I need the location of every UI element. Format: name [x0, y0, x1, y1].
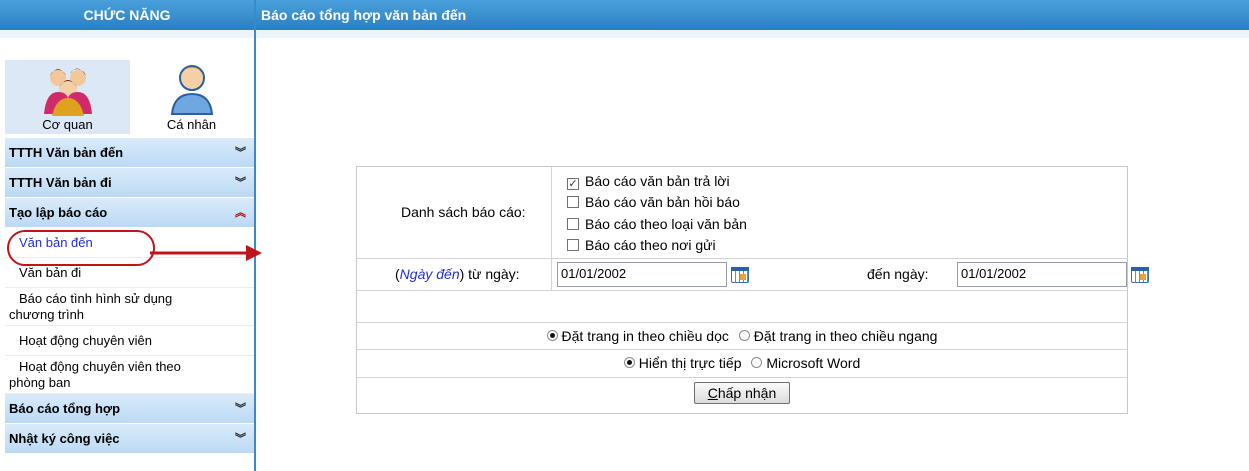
arrow-annotation-icon [150, 245, 262, 261]
radio-label: Đặt trang in theo chiều dọc [561, 328, 729, 344]
radio-button[interactable] [546, 330, 558, 341]
radio-label: Đặt trang in theo chiều ngang [753, 328, 938, 344]
date-type-link: Ngày đến [399, 266, 460, 282]
to-date-input[interactable]: 01/01/2002 [957, 262, 1127, 287]
checkbox-label: Báo cáo theo loại văn bản [585, 216, 747, 232]
radio-orientation-landscape[interactable]: Đặt trang in theo chiều ngang [738, 328, 938, 344]
chevron-double-down-icon: ︾ [235, 403, 246, 415]
sidebar-group-ttth-van-ban-den[interactable]: TTTH Văn bản đến ︾ [5, 138, 254, 168]
group-users-icon [43, 68, 92, 116]
date-range-row: (Ngày đến) từ ngày: 01/01/2002 đến ngày:… [357, 259, 1149, 291]
submit-label: hấp nhận [717, 385, 777, 401]
checkbox-label: Báo cáo theo nơi gửi [585, 237, 716, 253]
radio-label: Microsoft Word [766, 355, 861, 371]
role-switcher: Cơ quan Cá nhân [5, 60, 254, 134]
from-date-suffix: ) từ ngày: [459, 266, 520, 282]
to-date-label: đến ngày: [867, 266, 929, 282]
radio-orientation-portrait[interactable]: Đặt trang in theo chiều dọc [546, 328, 729, 344]
orientation-options: Đặt trang in theo chiều dọc Đặt trang in… [357, 328, 1127, 344]
sidebar-item-label: Văn bản đi [19, 265, 82, 280]
sidebar: CHỨC NĂNG Cơ quan Cá nhân TTTH Văn bản đ… [0, 0, 256, 471]
radio-button[interactable] [738, 330, 750, 341]
submit-wrap: Chấp nhận [357, 382, 1127, 404]
spacer-row [357, 291, 1127, 323]
page-title: Báo cáo tổng hợp văn bản đến [256, 0, 1249, 38]
from-date-label: (Ngày đến) từ ngày: [395, 266, 520, 282]
sidebar-menu: TTTH Văn bản đến ︾ TTTH Văn bản đi ︾ Tạo… [5, 138, 254, 454]
sidebar-item-hoat-dong-chuyen-vien[interactable]: Hoạt động chuyên viên [5, 326, 254, 356]
submit-row: Chấp nhận [357, 378, 1127, 413]
sidebar-group-ttth-van-ban-di[interactable]: TTTH Văn bản đi ︾ [5, 168, 254, 198]
sidebar-item-label-cont: phòng ban [9, 375, 71, 390]
radio-button[interactable] [751, 357, 763, 368]
checkbox-label: Báo cáo văn bản hồi báo [585, 194, 740, 210]
role-co-quan[interactable]: Cơ quan [5, 60, 130, 134]
report-form: Danh sách báo cáo: ✓ Báo cáo văn bản trả … [356, 166, 1149, 414]
role-label: Cơ quan [42, 117, 93, 132]
sidebar-item-label: Hoạt động chuyên viên theo [19, 359, 181, 374]
sidebar-group-label: TTTH Văn bản đến [9, 145, 124, 160]
sidebar-item-label: Hoạt động chuyên viên [19, 333, 152, 348]
report-list-row: Danh sách báo cáo: ✓ Báo cáo văn bản trả … [357, 167, 1127, 259]
sidebar-item-hoat-dong-phong-ban[interactable]: Hoạt động chuyên viên theo phòng ban [5, 356, 254, 394]
checkbox-box[interactable]: ✓ [567, 178, 579, 190]
calendar-icon[interactable] [731, 267, 749, 283]
chevron-double-up-icon: ︽ [235, 207, 246, 219]
radio-display-word[interactable]: Microsoft Word [751, 355, 860, 371]
radio-display-direct[interactable]: Hiển thị trực tiếp [623, 355, 742, 371]
from-date-input[interactable]: 01/01/2002 [557, 262, 727, 287]
sidebar-group-label: TTTH Văn bản đi [9, 175, 112, 190]
display-options: Hiển thị trực tiếp Microsoft Word [357, 355, 1127, 371]
sidebar-title: CHỨC NĂNG [0, 0, 254, 38]
report-list-label: Danh sách báo cáo: [401, 204, 526, 220]
calendar-icon[interactable] [1131, 267, 1149, 283]
role-label: Cá nhân [166, 117, 217, 132]
sidebar-group-label: Báo cáo tổng hợp [9, 401, 121, 416]
divider [551, 167, 552, 259]
checkbox-label: Báo cáo văn bản trả lời [585, 173, 730, 189]
checkbox-box[interactable] [567, 218, 579, 230]
checkbox-bao-cao-loai-van-ban[interactable]: Báo cáo theo loại văn bản [567, 215, 747, 233]
sidebar-item-label: Báo cáo tình hình sử dụng [19, 291, 173, 306]
chevron-double-down-icon: ︾ [235, 147, 246, 159]
checkbox-box[interactable] [567, 196, 579, 208]
single-user-icon [170, 65, 213, 115]
display-row: Hiển thị trực tiếp Microsoft Word [357, 350, 1127, 378]
sidebar-item-label-cont: chương trình [9, 307, 85, 322]
main-content: Báo cáo tổng hợp văn bản đến Danh sách b… [256, 0, 1249, 471]
checkbox-box[interactable] [567, 239, 579, 251]
chevron-double-down-icon: ︾ [235, 177, 246, 189]
orientation-row: Đặt trang in theo chiều dọc Đặt trang in… [357, 323, 1127, 350]
checkbox-bao-cao-hoi-bao[interactable]: Báo cáo văn bản hồi báo [567, 193, 740, 211]
sidebar-group-label: Nhật ký công việc [9, 431, 120, 446]
chevron-double-down-icon: ︾ [235, 433, 246, 445]
sidebar-item-bao-cao-tinh-hinh[interactable]: Báo cáo tình hình sử dụng chương trình [5, 288, 254, 326]
checkbox-bao-cao-tra-loi[interactable]: ✓ Báo cáo văn bản trả lời [567, 172, 730, 190]
sidebar-group-tao-lap-bao-cao[interactable]: Tạo lập báo cáo ︽ [5, 198, 254, 228]
sidebar-group-bao-cao-tong-hop[interactable]: Báo cáo tổng hợp ︾ [5, 394, 254, 424]
submit-button[interactable]: Chấp nhận [693, 382, 791, 404]
role-ca-nhan[interactable]: Cá nhân [129, 60, 254, 134]
submit-accesskey: C [707, 385, 718, 401]
radio-button[interactable] [623, 357, 635, 368]
checkbox-bao-cao-noi-gui[interactable]: Báo cáo theo nơi gửi [567, 236, 716, 254]
radio-label: Hiển thị trực tiếp [638, 355, 742, 371]
sidebar-group-nhat-ky-cong-viec[interactable]: Nhật ký công việc ︾ [5, 424, 254, 454]
divider [551, 259, 552, 291]
sidebar-group-label: Tạo lập báo cáo [9, 205, 108, 220]
